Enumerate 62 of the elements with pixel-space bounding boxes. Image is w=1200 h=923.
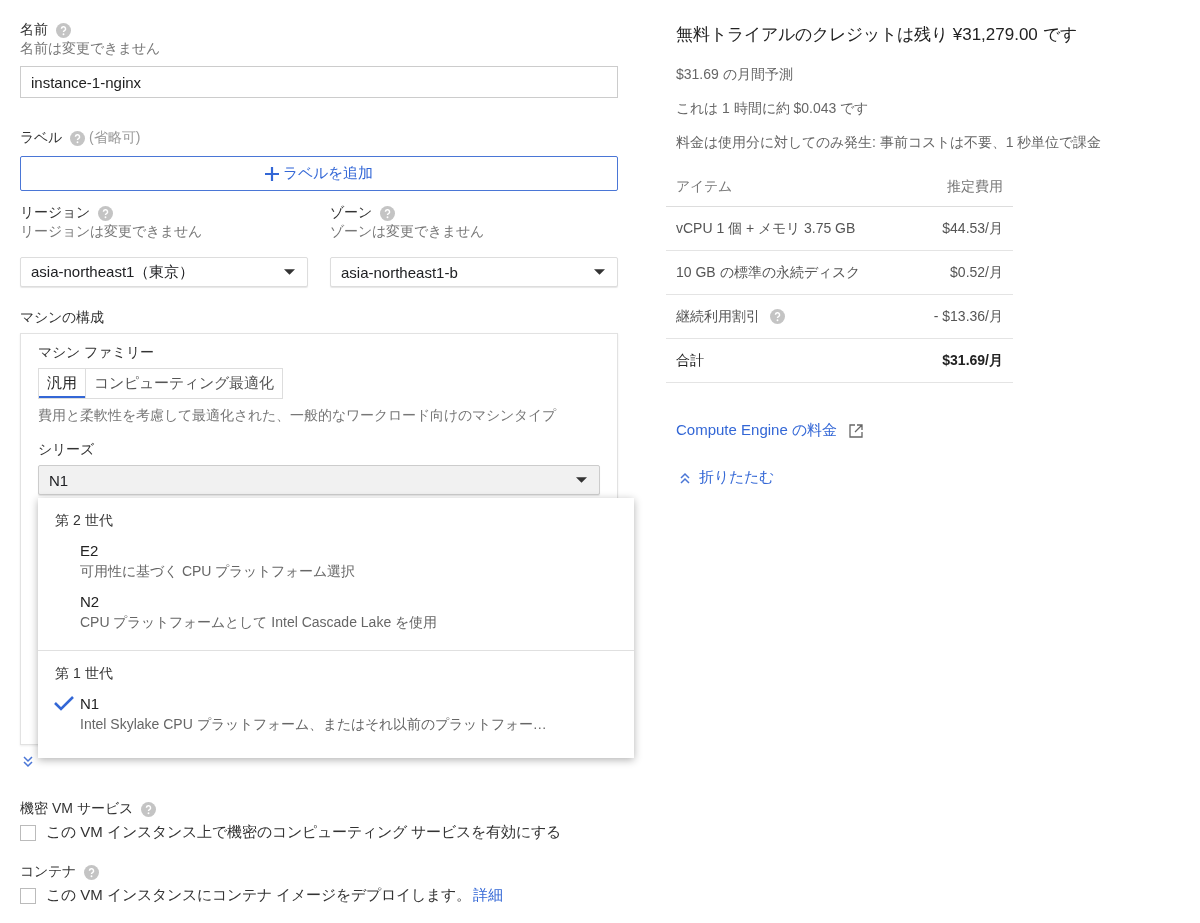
table-cell: $0.52/月 <box>950 263 1003 280</box>
description-text: 費用と柔軟性を考慮して最適化された、一般的なワークロード向けのマシンタイプ <box>38 407 558 425</box>
plus-icon <box>265 166 279 181</box>
add-label-button[interactable]: ラベルを追加 <box>20 156 618 191</box>
credit-title: 無料トライアルのクレジットは残り ¥31,279.00 です <box>676 24 1078 46</box>
select-field[interactable]: asia-northeast1（東京） <box>20 257 308 287</box>
monthly-estimate: $31.69 の月間予測 <box>676 66 794 84</box>
table-cell: - $13.36/月 <box>933 307 1003 324</box>
optional-note: (省略可) <box>89 129 141 147</box>
billing-note: 料金は使用分に対してのみ発生: 事前コストは不要、1 秒単位で課金 <box>676 134 1103 152</box>
field-label: ラベル <box>20 129 62 147</box>
select-field[interactable]: asia-northeast1-b <box>330 257 618 287</box>
menu-option[interactable]: E2 可用性に基づく CPU プラットフォーム選択 <box>38 540 634 591</box>
field-hint: ゾーンは変更できません <box>330 223 485 241</box>
field-label: マシン ファミリー <box>38 344 155 362</box>
collapse-link[interactable]: 折りたたむ <box>679 468 1176 487</box>
checkbox[interactable] <box>20 887 36 904</box>
table-cell: $31.69/月 <box>942 351 1003 368</box>
caret-icon <box>284 269 295 275</box>
help-icon[interactable] <box>84 864 99 880</box>
details-link[interactable]: 詳細 <box>473 886 503 905</box>
hourly-cost: これは 1 時間に約 $0.043 です <box>676 100 870 118</box>
field-label: 名前 <box>20 21 48 39</box>
field-label: ゾーン <box>330 204 372 222</box>
expand-icon[interactable] <box>22 755 34 769</box>
tab[interactable]: 汎用 <box>38 368 86 399</box>
series-select-field[interactable]: N1 <box>38 465 600 495</box>
check-icon <box>54 695 74 711</box>
table-cell: $44.53/月 <box>942 219 1003 236</box>
help-icon[interactable] <box>56 22 71 38</box>
table-cell: 10 GB の標準の永続ディスク <box>676 263 860 280</box>
table-cell: 合計 <box>676 351 704 368</box>
caret-icon <box>576 477 587 483</box>
group-heading: 第 2 世代 <box>54 512 114 530</box>
caret-icon <box>594 269 605 275</box>
group-heading: 第 1 世代 <box>54 665 114 683</box>
field-label: コンテナ <box>20 863 76 881</box>
table-cell: vCPU 1 個 + メモリ 3.75 GB <box>676 219 856 236</box>
help-icon[interactable] <box>380 205 395 221</box>
column-header: 推定費用 <box>907 168 1013 207</box>
checkbox-label: この VM インスタンス上で機密のコンピューティング サービスを有効にする <box>46 823 561 842</box>
field-label: 機密 VM サービス <box>20 800 133 818</box>
pricing-link[interactable]: Compute Engine の料金 <box>676 421 837 440</box>
help-icon[interactable] <box>70 130 85 146</box>
field-hint: リージョンは変更できません <box>20 223 203 241</box>
collapse-icon <box>679 470 691 485</box>
checkbox[interactable] <box>20 824 36 841</box>
help-icon[interactable] <box>98 205 113 221</box>
external-link-icon <box>848 423 863 438</box>
checkbox-label: この VM インスタンスにコンテナ イメージをデプロイします。 <box>46 886 471 905</box>
name-input-field[interactable]: instance-1-nginx <box>20 66 618 98</box>
field-label: リージョン <box>20 204 90 222</box>
tab[interactable]: コンピューティング最適化 <box>86 368 283 399</box>
help-icon[interactable] <box>770 309 785 325</box>
column-header: アイテム <box>666 168 908 207</box>
help-icon[interactable] <box>140 801 156 817</box>
menu-option[interactable]: N2 CPU プラットフォームとして Intel Cascade Lake を使用 <box>38 591 634 642</box>
menu-option[interactable]: N1 Intel Skylake CPU プラットフォーム、またはそれ以前のプラットフォー… <box>38 693 634 744</box>
table-cell: 継続利用割引 <box>676 307 760 324</box>
section-title: マシンの構成 <box>20 309 105 327</box>
field-hint: 名前は変更できません <box>20 40 161 58</box>
field-label: シリーズ <box>38 441 95 459</box>
